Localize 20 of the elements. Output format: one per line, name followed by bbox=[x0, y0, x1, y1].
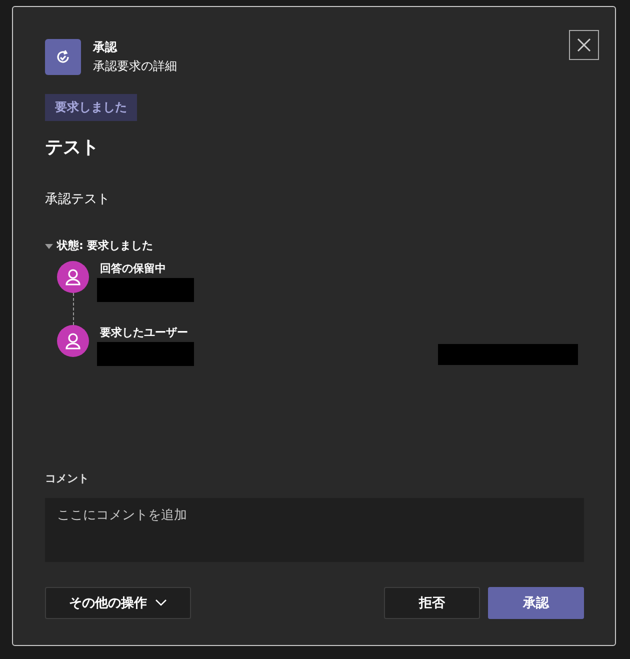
approval-icon bbox=[45, 39, 81, 75]
comment-label: コメント bbox=[45, 471, 89, 486]
status-toggle[interactable]: 状態: 要求しました bbox=[45, 238, 154, 253]
request-title: テスト bbox=[45, 136, 99, 159]
comment-field[interactable]: ここにコメントを追加 bbox=[45, 498, 584, 562]
status-badge: 要求しました bbox=[45, 94, 137, 121]
approve-button[interactable]: 承認 bbox=[488, 587, 584, 619]
close-button[interactable] bbox=[569, 30, 599, 60]
avatar-icon bbox=[57, 261, 89, 293]
request-description: 承認テスト bbox=[45, 191, 110, 208]
app-name: 承認 bbox=[93, 39, 118, 56]
chevron-down-icon bbox=[155, 599, 167, 607]
person-role: 回答の保留中 bbox=[100, 261, 167, 276]
close-icon bbox=[577, 38, 591, 52]
dialog-subtitle: 承認要求の詳細 bbox=[93, 58, 178, 75]
person-role: 要求したユーザー bbox=[100, 325, 189, 340]
caret-icon bbox=[45, 242, 53, 250]
more-actions-button[interactable]: その他の操作 bbox=[45, 587, 191, 619]
reject-button[interactable]: 拒否 bbox=[384, 587, 480, 619]
avatar-icon bbox=[57, 325, 89, 357]
